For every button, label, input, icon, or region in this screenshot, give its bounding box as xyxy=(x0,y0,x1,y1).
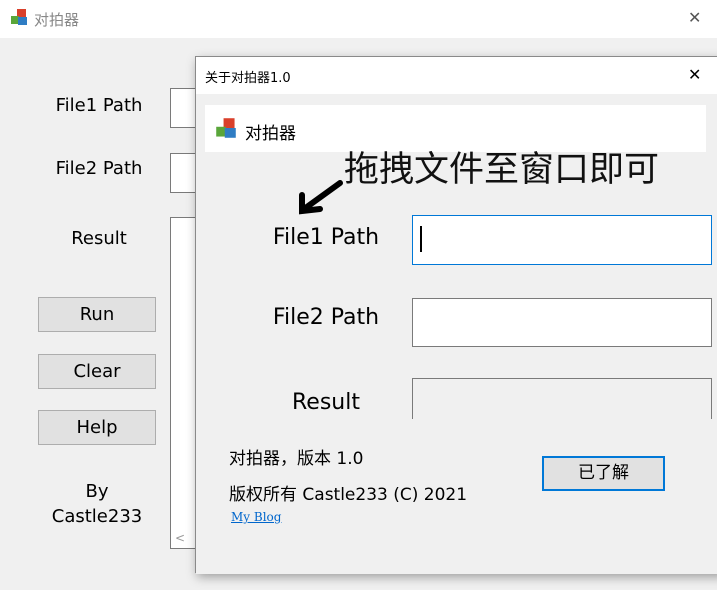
demo-file1-label: File1 Path xyxy=(272,225,380,250)
file1-label: File1 Path xyxy=(55,95,143,116)
author-label: Castle233 xyxy=(51,506,143,527)
banner-title: 对拍器 xyxy=(245,124,296,144)
ok-button[interactable]: 已了解 xyxy=(542,456,665,491)
drag-hint: 拖拽文件至窗口即可 xyxy=(344,150,660,190)
about-info-panel: 对拍器，版本 1.0 版权所有 Castle233 (C) 2021 My Bl… xyxy=(196,419,717,574)
blog-link[interactable]: My Blog xyxy=(231,510,281,524)
about-title-bar: 关于对拍器1.0 ✕ xyxy=(196,57,717,94)
main-title-bar: 对拍器 ✕ xyxy=(0,0,717,38)
about-title: 关于对拍器1.0 xyxy=(205,71,291,86)
demo-file2-input xyxy=(412,298,712,347)
demo-result-label: Result xyxy=(292,390,360,415)
run-button[interactable]: Run xyxy=(38,297,156,332)
help-button[interactable]: Help xyxy=(38,410,156,445)
about-close-button[interactable]: ✕ xyxy=(688,65,701,84)
copyright-text: 版权所有 Castle233 (C) 2021 xyxy=(229,485,468,505)
app-icon xyxy=(11,9,27,25)
scroll-left-button[interactable]: < xyxy=(175,531,185,545)
by-label: By xyxy=(85,481,109,502)
version-text: 对拍器，版本 1.0 xyxy=(229,449,364,469)
result-label: Result xyxy=(71,228,127,249)
main-close-button[interactable]: ✕ xyxy=(688,8,701,27)
clear-button[interactable]: Clear xyxy=(38,354,156,389)
arrow-icon xyxy=(299,180,343,215)
app-icon xyxy=(216,118,236,138)
demo-file1-input xyxy=(412,215,712,265)
file2-label: File2 Path xyxy=(55,158,143,179)
main-window-title: 对拍器 xyxy=(34,11,80,29)
about-dialog: 关于对拍器1.0 ✕ 对拍器 拖拽文件至窗口即可 File1 Path File… xyxy=(195,56,717,574)
demo-file2-label: File2 Path xyxy=(272,305,380,330)
